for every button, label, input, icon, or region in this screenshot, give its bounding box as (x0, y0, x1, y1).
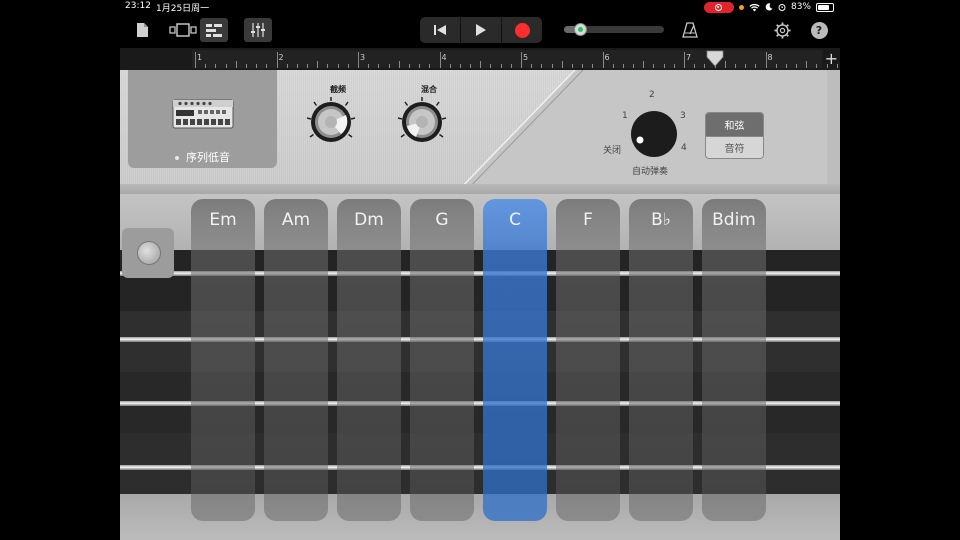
ruler-bar-number: 8 (767, 53, 773, 62)
status-date: 1月25日周一 (156, 4, 210, 14)
rewind-button[interactable] (420, 17, 461, 43)
help-icon: ? (810, 21, 828, 39)
settings-gear-icon[interactable] (772, 18, 792, 42)
autoplay-off-label[interactable]: 关闭 (603, 143, 621, 156)
ruler-bar-number: 4 (441, 53, 447, 62)
autoplay-label: 自动弹奏 (632, 167, 669, 177)
screen-recording-icon (703, 1, 734, 13)
groove-toggle-pad[interactable] (122, 228, 174, 278)
chord-strip-area: Em Am Dm G C F B♭ Bdim (120, 194, 840, 540)
mix-knob-label: 混合 (421, 85, 437, 94)
rewind-icon (434, 25, 446, 35)
chord-strip-7[interactable]: B♭ (629, 199, 693, 521)
chord-label: Bdim (712, 210, 756, 230)
autoplay-position-2[interactable]: 2 (649, 90, 655, 100)
chord-strip-2[interactable]: Am (264, 199, 328, 521)
battery-icon (816, 2, 834, 12)
play-button[interactable] (461, 17, 502, 43)
ruler-bar-number: 1 (197, 53, 203, 62)
chord-label: Em (209, 210, 237, 230)
chord-strip-3[interactable]: Dm (337, 199, 401, 521)
battery-percent: 83% (790, 2, 811, 12)
autoplay-position-4[interactable]: 4 (681, 143, 687, 153)
chord-label: B♭ (651, 210, 671, 230)
transport-controls (420, 17, 542, 43)
cutoff-knob[interactable] (305, 96, 357, 148)
mixer-icon[interactable] (244, 18, 272, 42)
status-right: 83% (703, 0, 834, 14)
panel-bottom-edge (120, 184, 840, 194)
chords-mode-button[interactable]: 和弦 (706, 113, 763, 136)
chord-label: F (583, 210, 593, 230)
groove-toggle-knob (137, 241, 161, 265)
record-button[interactable] (502, 17, 542, 43)
mic-indicator-icon (738, 4, 744, 10)
chord-strip-4[interactable]: G (410, 199, 474, 521)
view-toggle-icon[interactable] (168, 18, 198, 42)
chord-strip-6[interactable]: F (556, 199, 620, 521)
instrument-panel: 序列低音 截频 混合 2 1 3 4 关闭 自动弹奏 和弦 音符 (120, 70, 840, 194)
wifi-icon (749, 3, 760, 11)
chord-label: C (509, 210, 521, 230)
chord-strip-1[interactable]: Em (191, 199, 255, 521)
chord-label: Dm (354, 210, 384, 230)
cutoff-knob-label: 截频 (330, 85, 346, 94)
chord-strip-5[interactable]: C (483, 199, 547, 521)
record-icon (514, 22, 530, 38)
status-time: 23:12 (125, 1, 151, 11)
chord-label: Am (281, 210, 311, 230)
notes-mode-button[interactable]: 音符 (706, 136, 763, 158)
chord-label: G (435, 210, 449, 230)
autoplay-position-3[interactable]: 3 (680, 111, 686, 121)
help-button[interactable]: ? (809, 18, 829, 42)
chord-strip-8[interactable]: Bdim (702, 199, 766, 521)
ruler-bar-number: 7 (686, 53, 692, 62)
metronome-icon[interactable] (680, 18, 700, 42)
sequencer-device-icon (172, 99, 234, 129)
ruler-track[interactable]: 1 2 3 4 5 6 7 8 (192, 50, 838, 68)
add-section-button[interactable]: + (825, 49, 838, 68)
ruler-bar-number: 5 (523, 53, 529, 62)
master-volume-slider[interactable] (564, 23, 664, 36)
tracks-view-icon[interactable] (200, 18, 228, 42)
autoplay-knob[interactable] (630, 110, 678, 158)
mix-knob[interactable] (396, 96, 448, 148)
document-icon[interactable] (132, 18, 152, 42)
playhead-icon[interactable] (706, 50, 724, 67)
ruler-bar-number: 3 (360, 53, 366, 62)
status-bar: 23:12 1月25日周一 83% (120, 0, 840, 14)
moon-icon (765, 3, 773, 11)
timeline-ruler[interactable]: 1 2 3 4 5 6 7 8 + (120, 48, 840, 70)
play-icon (476, 24, 486, 36)
preset-name: 序列低音 (128, 149, 277, 165)
ruler-bar-number: 2 (278, 53, 284, 62)
volume-slider-handle[interactable] (574, 23, 587, 36)
chords-notes-toggle[interactable]: 和弦 音符 (705, 112, 764, 159)
toolbar: ? (120, 14, 840, 48)
preset-selector[interactable]: 序列低音 (128, 70, 277, 168)
autoplay-position-1[interactable]: 1 (622, 111, 628, 121)
ruler-bar-number: 6 (604, 53, 610, 62)
alarm-icon (778, 4, 786, 11)
